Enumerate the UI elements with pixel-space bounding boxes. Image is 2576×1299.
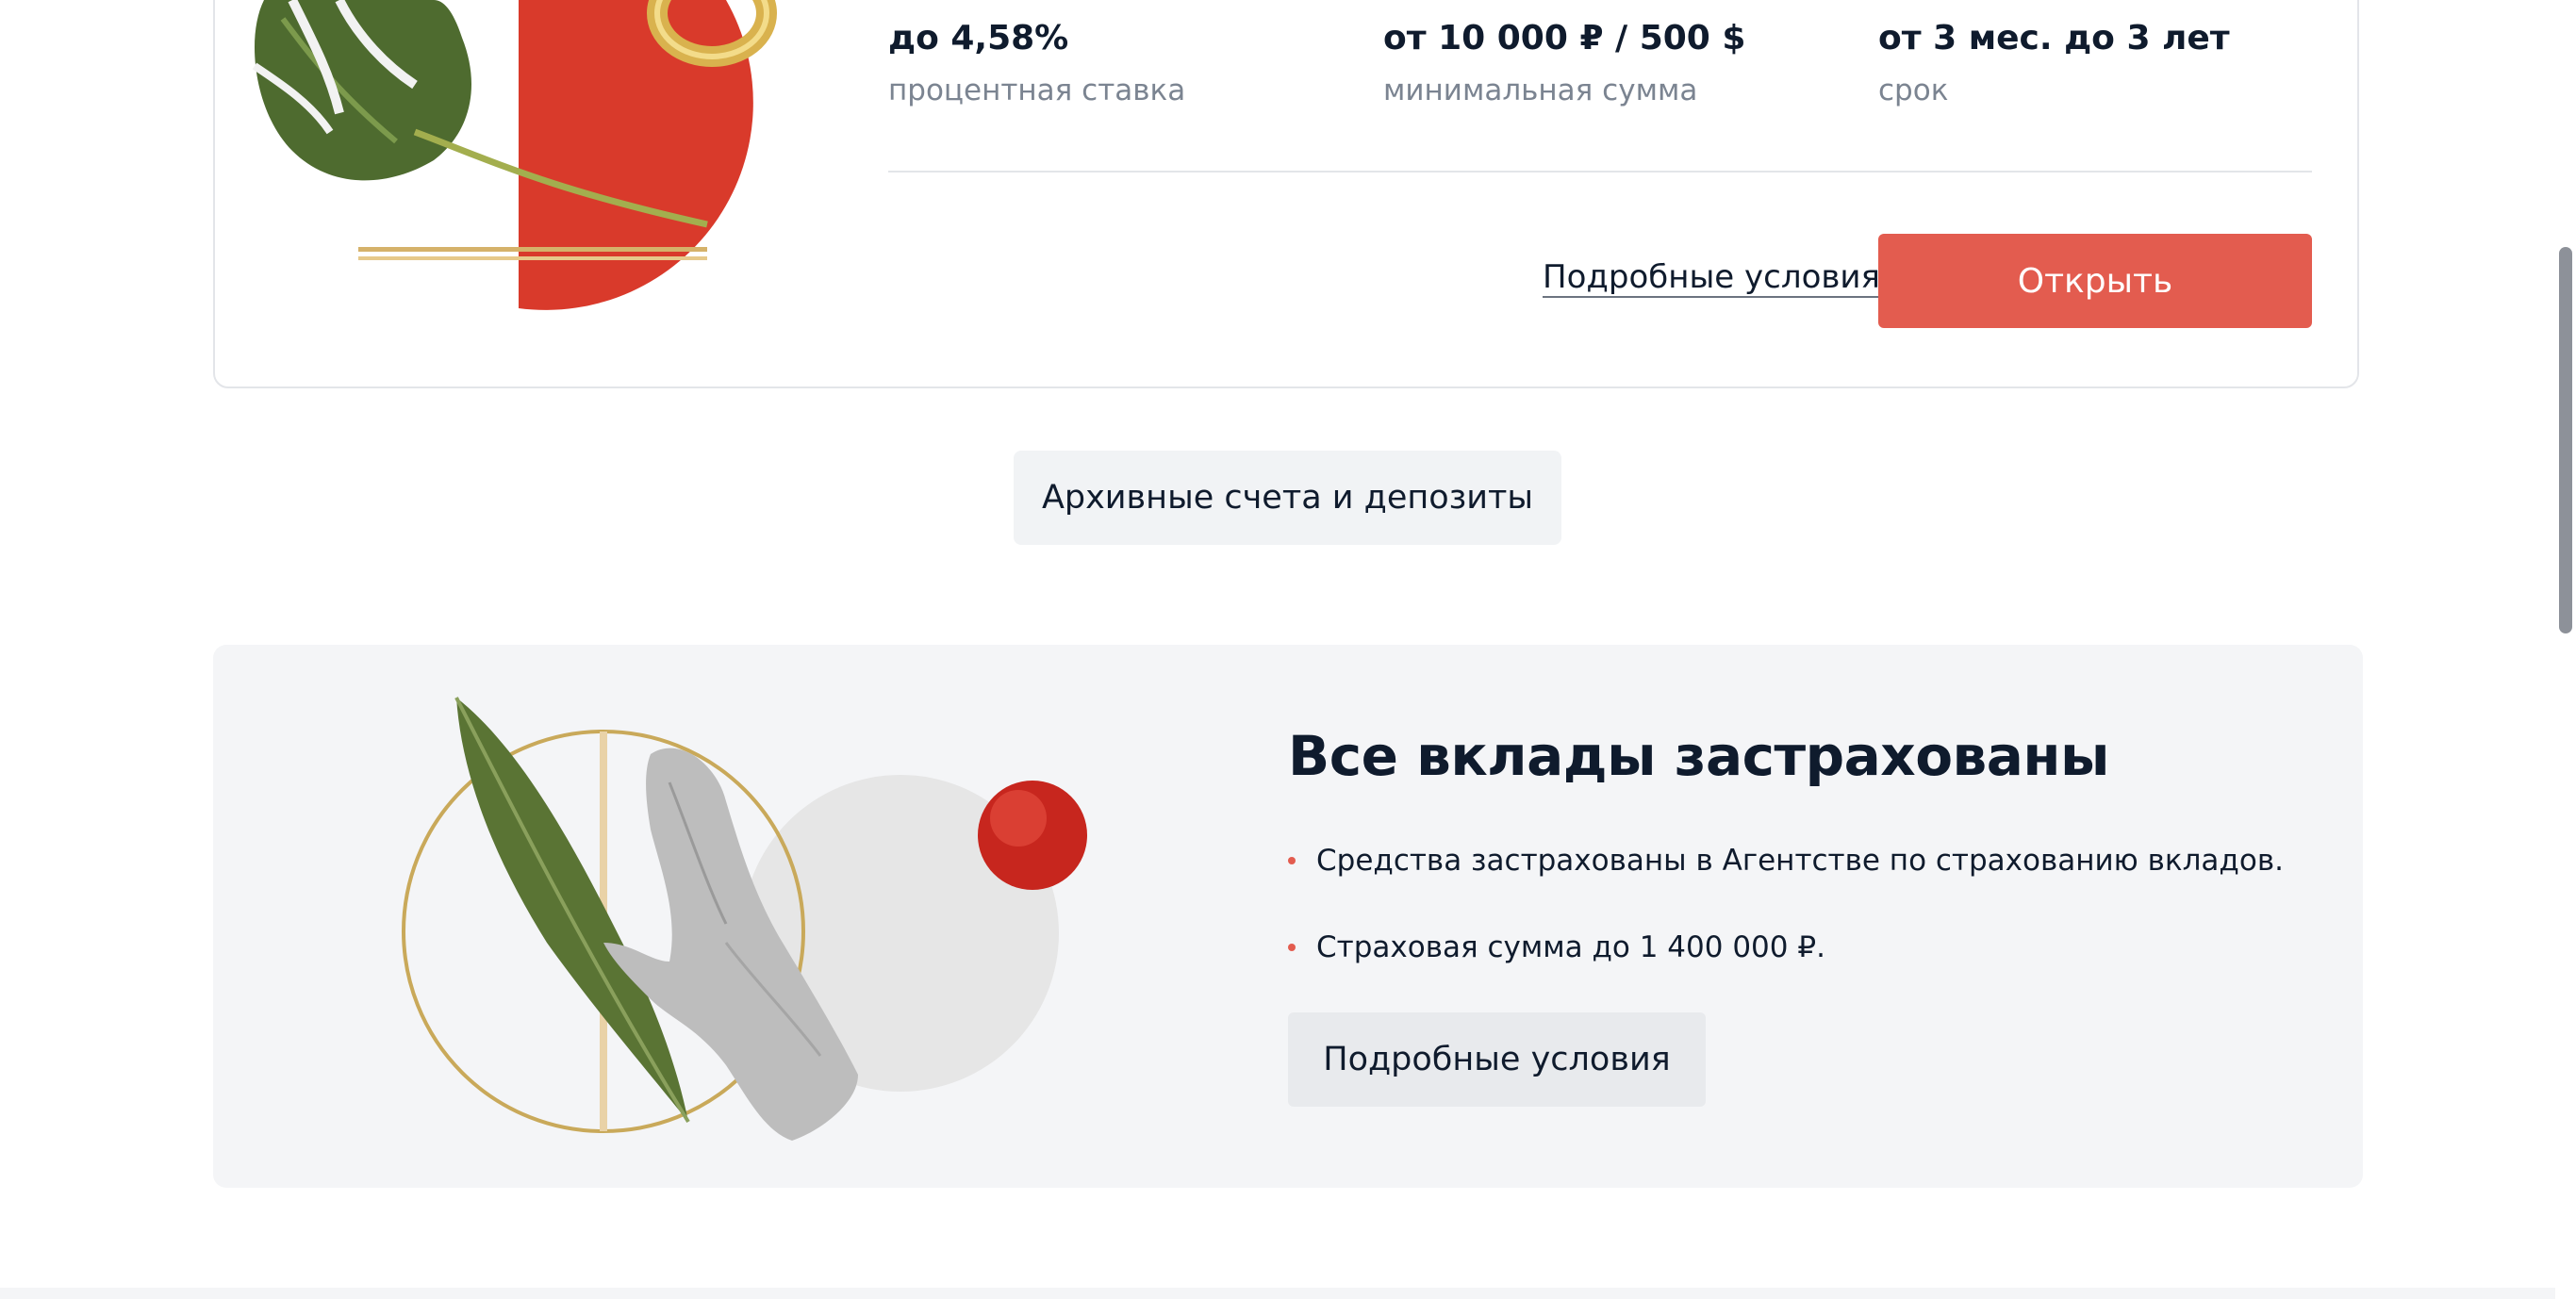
insurance-bullet: Средства застрахованы в Агентстве по стр… (1288, 839, 2284, 882)
red-ball-shape (978, 781, 1087, 890)
scrollbar-thumb[interactable] (2559, 247, 2572, 633)
insurance-details-button[interactable]: Подробные условия (1288, 1012, 1706, 1107)
gold-bar-shape (358, 256, 707, 260)
term-value: от 3 мес. до 3 лет (1878, 19, 2230, 58)
rate-caption: процентная ставка (888, 74, 1186, 107)
insurance-bullet-text: Страховая сумма до 1 400 000 ₽. (1316, 930, 1825, 964)
monstera-leaf-shape (252, 0, 471, 181)
details-link[interactable]: Подробные условия (1543, 258, 1880, 298)
footer-strip (0, 1288, 2576, 1299)
archive-accounts-button[interactable]: Архивные счета и депозиты (1014, 451, 1561, 545)
open-button[interactable]: Открыть (1878, 234, 2312, 328)
gold-bar-shape (358, 247, 707, 252)
min-amount-value: от 10 000 ₽ / 500 $ (1383, 19, 1746, 58)
rate-value: до 4,58% (888, 19, 1069, 58)
insurance-title: Все вклады застрахованы (1288, 724, 2109, 788)
bullet-dot-icon (1288, 944, 1296, 951)
term-caption: срок (1878, 74, 1949, 107)
scrollbar-track[interactable] (2555, 0, 2576, 1299)
card-divider (888, 171, 2312, 173)
min-amount-caption: минимальная сумма (1383, 74, 1698, 107)
insurance-bullet-text: Средства застрахованы в Агентстве по стр… (1316, 844, 2284, 878)
insurance-bullet: Страховая сумма до 1 400 000 ₽. (1288, 926, 1825, 969)
deposit-illustration (252, 0, 777, 310)
insurance-illustration (402, 697, 1087, 1141)
bullet-dot-icon (1288, 857, 1296, 864)
